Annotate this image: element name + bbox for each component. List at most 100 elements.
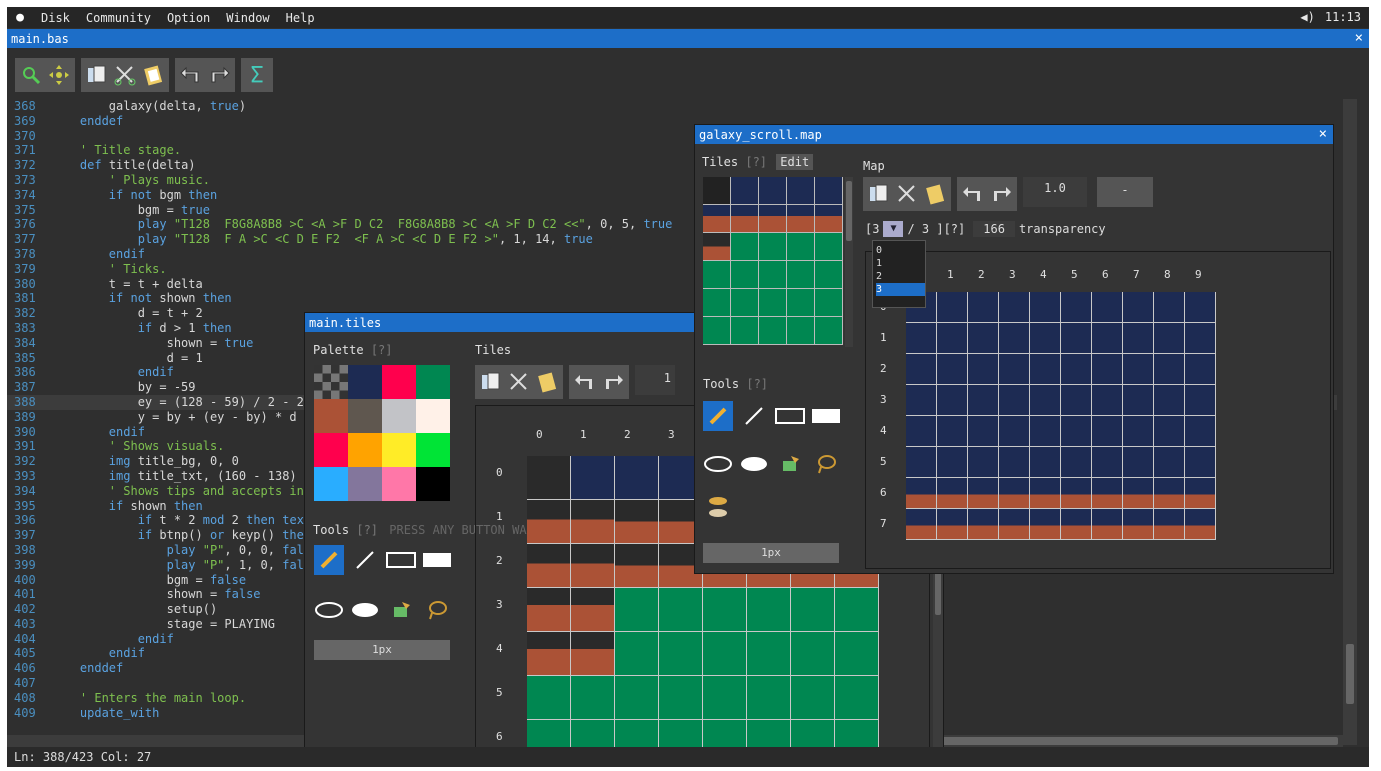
grid-cell[interactable] xyxy=(747,588,791,632)
fill-bucket-icon[interactable] xyxy=(386,595,416,625)
tileset-tile[interactable] xyxy=(731,317,759,345)
palette-swatch[interactable] xyxy=(382,365,416,399)
menu-window[interactable]: Window xyxy=(218,11,277,25)
grid-cell[interactable] xyxy=(571,676,615,720)
editor-close-icon[interactable]: × xyxy=(1355,30,1363,46)
grid-cell[interactable] xyxy=(999,447,1030,478)
grid-cell[interactable] xyxy=(1154,323,1185,354)
grid-cell[interactable] xyxy=(1185,323,1216,354)
grid-cell[interactable] xyxy=(1030,323,1061,354)
grid-cell[interactable] xyxy=(968,447,999,478)
grid-cell[interactable] xyxy=(999,354,1030,385)
grid-cell[interactable] xyxy=(659,676,703,720)
palette-swatch[interactable] xyxy=(416,467,450,501)
cut-icon[interactable] xyxy=(111,60,139,90)
grid-cell[interactable] xyxy=(1123,292,1154,323)
map-tiles-vscroll-thumb[interactable] xyxy=(846,181,852,241)
grid-cell[interactable] xyxy=(1123,416,1154,447)
grid-cell[interactable] xyxy=(1061,323,1092,354)
grid-cell[interactable] xyxy=(659,632,703,676)
grid-cell[interactable] xyxy=(1030,354,1061,385)
grid-cell[interactable] xyxy=(615,632,659,676)
palette-swatch[interactable] xyxy=(348,365,382,399)
grid-cell[interactable] xyxy=(703,676,747,720)
find-icon[interactable] xyxy=(17,60,45,90)
tileset-tile[interactable] xyxy=(703,289,731,317)
tileset-tile[interactable] xyxy=(759,317,787,345)
grid-cell[interactable] xyxy=(1154,385,1185,416)
grid-cell[interactable] xyxy=(1154,292,1185,323)
grid-cell[interactable] xyxy=(1092,447,1123,478)
grid-cell[interactable] xyxy=(1030,416,1061,447)
grid-cell[interactable] xyxy=(1185,354,1216,385)
grid-cell[interactable] xyxy=(937,478,968,509)
grid-cell[interactable] xyxy=(703,588,747,632)
grid-cell[interactable] xyxy=(1092,385,1123,416)
grid-cell[interactable] xyxy=(1092,323,1123,354)
grid-cell[interactable] xyxy=(968,478,999,509)
editor-hscroll-thumb[interactable] xyxy=(942,737,1338,745)
tileset-tile[interactable] xyxy=(731,289,759,317)
grid-cell[interactable] xyxy=(968,385,999,416)
tileset-tile[interactable] xyxy=(787,289,815,317)
copy-icon[interactable] xyxy=(83,60,111,90)
grid-cell[interactable] xyxy=(906,447,937,478)
map-undo-icon[interactable] xyxy=(959,179,987,209)
map-edit-button[interactable]: Edit xyxy=(776,154,814,170)
grid-cell[interactable] xyxy=(1154,478,1185,509)
grid-cell[interactable] xyxy=(571,588,615,632)
tileset-tile[interactable] xyxy=(731,177,759,205)
tiles-pen-size[interactable]: 1px xyxy=(314,640,450,660)
tiles-zoom-field[interactable]: 1 xyxy=(635,365,675,395)
filled-ellipse-icon[interactable] xyxy=(350,595,380,625)
map-ellipse-icon[interactable] xyxy=(703,449,733,479)
grid-cell[interactable] xyxy=(1092,478,1123,509)
palette-swatch[interactable] xyxy=(314,365,348,399)
map-line-icon[interactable] xyxy=(739,401,769,431)
speaker-icon[interactable]: ◀) xyxy=(1300,10,1314,24)
layer-option[interactable]: 3 xyxy=(876,283,925,296)
rect-icon[interactable] xyxy=(386,545,416,575)
grid-cell[interactable] xyxy=(1030,385,1061,416)
grid-cell[interactable] xyxy=(1123,509,1154,540)
grid-cell[interactable] xyxy=(999,509,1030,540)
paste-icon[interactable] xyxy=(139,60,167,90)
grid-cell[interactable] xyxy=(968,509,999,540)
grid-cell[interactable] xyxy=(615,500,659,544)
palette-swatch[interactable] xyxy=(416,433,450,467)
grid-cell[interactable] xyxy=(937,416,968,447)
grid-cell[interactable] xyxy=(527,456,571,500)
grid-cell[interactable] xyxy=(527,500,571,544)
grid-cell[interactable] xyxy=(1092,416,1123,447)
redo-icon[interactable] xyxy=(205,60,233,90)
grid-cell[interactable] xyxy=(1061,354,1092,385)
menu-help[interactable]: Help xyxy=(278,11,323,25)
grid-cell[interactable] xyxy=(571,456,615,500)
undo-icon[interactable] xyxy=(177,60,205,90)
grid-cell[interactable] xyxy=(1154,354,1185,385)
sum-icon[interactable]: Σ xyxy=(243,60,271,90)
grid-cell[interactable] xyxy=(1061,385,1092,416)
grid-cell[interactable] xyxy=(747,676,791,720)
grid-cell[interactable] xyxy=(571,632,615,676)
grid-cell[interactable] xyxy=(1185,447,1216,478)
grid-cell[interactable] xyxy=(1123,447,1154,478)
goto-icon[interactable] xyxy=(45,60,73,90)
tiles-paste-icon[interactable] xyxy=(533,367,561,397)
grid-cell[interactable] xyxy=(791,676,835,720)
grid-cell[interactable] xyxy=(906,509,937,540)
grid-cell[interactable] xyxy=(1185,416,1216,447)
palette-swatch[interactable] xyxy=(348,433,382,467)
filled-rect-icon[interactable] xyxy=(422,545,452,575)
grid-cell[interactable] xyxy=(835,588,879,632)
tileset-tile[interactable] xyxy=(815,177,843,205)
layer-option[interactable]: 2 xyxy=(876,270,925,283)
tileset-tile[interactable] xyxy=(703,261,731,289)
palette-swatch[interactable] xyxy=(348,467,382,501)
map-paste-icon[interactable] xyxy=(921,179,949,209)
code-line[interactable]: 368 galaxy(delta, true) xyxy=(7,99,1337,114)
line-icon[interactable] xyxy=(350,545,380,575)
palette-help[interactable]: [?] xyxy=(371,343,393,357)
tiles-undo-icon[interactable] xyxy=(571,367,599,397)
tileset-tile[interactable] xyxy=(759,261,787,289)
